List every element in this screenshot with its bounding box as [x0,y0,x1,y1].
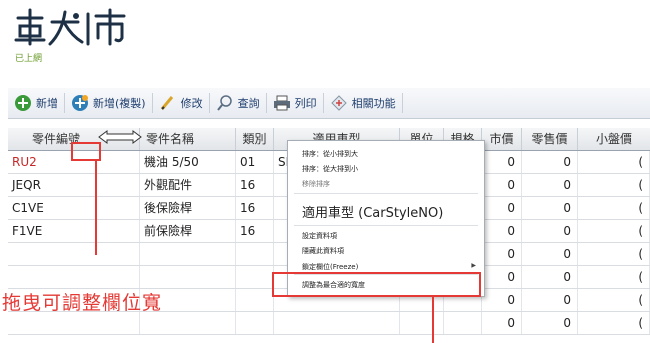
cell-part-name[interactable]: 前保險桿 [140,220,236,242]
cell-wholesale-price[interactable]: ( [578,266,650,288]
cell-retail-price[interactable]: 0 [522,197,578,219]
toolbar-divider [401,93,403,113]
cell-market-price[interactable]: 0 [482,266,522,288]
cell-retail-price[interactable]: 0 [522,266,578,288]
search-button[interactable]: 查詢 [210,91,266,115]
cell-market-price[interactable]: 0 [482,220,522,242]
cell-retail-price[interactable]: 0 [522,174,578,196]
add-copy-icon [72,95,88,111]
print-button-label: 列印 [294,97,317,110]
app-logo [12,6,132,46]
auto-fit-highlight [272,272,481,297]
cell-part-name[interactable] [140,312,236,334]
edit-button[interactable]: 修改 [153,91,209,115]
print-button[interactable]: 列印 [267,91,323,115]
cell-market-price[interactable]: 0 [482,243,522,265]
menu-item-sort-descending[interactable]: 排序：從大排到小 [302,164,358,174]
cell-part-name[interactable]: 機油 5/50 [140,151,236,173]
cell-wholesale-price[interactable]: ( [578,220,650,242]
cell-category[interactable] [236,243,274,265]
cell-wholesale-price[interactable]: ( [578,151,650,173]
annotation-pointer-line [95,160,97,255]
cell-retail-price[interactable]: 0 [522,312,578,334]
edit-button-label: 修改 [180,97,203,110]
related-functions-button-label: 相關功能 [351,97,396,110]
cell-category[interactable]: 16 [236,220,274,242]
related-functions-button[interactable]: 相關功能 [324,91,402,115]
search-button-label: 查詢 [237,97,260,110]
menu-column-title: 適用車型 (CarStyleNO) [302,206,444,221]
pencil-icon [160,96,173,110]
cell-wholesale-price[interactable]: ( [578,197,650,219]
cell-retail-price[interactable]: 0 [522,220,578,242]
cell-wholesale-price[interactable]: ( [578,289,650,311]
annotation-text: 拖曳可調整欄位寬 [2,292,163,314]
column-header-retail-price[interactable]: 零售價 [522,128,578,150]
add-button-label: 新增 [36,97,58,110]
cell-market-price[interactable]: 0 [482,151,522,173]
cell-part-number[interactable]: F1VE [8,220,140,242]
menu-item-hide-column[interactable]: 隱藏此資料項 [302,246,344,256]
column-header-part-name[interactable]: 零件名稱 [140,128,236,150]
cell-market-price[interactable]: 0 [482,197,522,219]
toolbar: 新增 新增(複製) 修改 查詢 列印 相關功能 [8,88,650,119]
column-header-market-price[interactable]: 市價 [482,128,522,150]
cell-part-name[interactable]: 外觀配件 [140,174,236,196]
cell-part-number[interactable] [8,312,140,334]
double-arrow-icon [98,130,142,144]
cell-retail-price[interactable]: 0 [522,289,578,311]
cell-part-number[interactable]: JEQR [8,174,140,196]
add-button[interactable]: 新增 [8,91,64,115]
cell-category[interactable] [236,266,274,288]
menu-item-freeze[interactable]: 鎖定欄位(Freeze) [302,262,358,272]
cell-part-name[interactable] [140,243,236,265]
cell-market-price[interactable]: 0 [482,289,522,311]
green-plus-icon [15,95,31,111]
menu-item-sort-ascending[interactable]: 排序：從小排到大 [302,149,358,159]
add-copy-button-label: 新增(複製) [93,97,146,110]
column-header-category[interactable]: 類別 [236,128,274,150]
column-header-wholesale-price[interactable]: 小盤價 [578,128,650,150]
cell-category[interactable] [236,289,274,311]
cell-market-price[interactable]: 0 [482,312,522,334]
cell-car-model[interactable] [274,312,400,334]
cell-unit[interactable] [400,312,444,334]
cell-wholesale-price[interactable]: ( [578,243,650,265]
cell-category[interactable]: 16 [236,174,274,196]
connection-status: 已上網 [15,54,43,64]
cell-market-price[interactable]: 0 [482,174,522,196]
menu-separator [294,225,478,226]
cell-part-number[interactable]: C1VE [8,197,140,219]
cell-category[interactable]: 16 [236,197,274,219]
printer-icon [273,95,290,111]
submenu-arrow-icon: ▶ [471,262,476,269]
add-copy-button[interactable]: 新增(複製) [65,91,152,115]
logo-calligraphy [14,8,126,46]
related-functions-icon [330,95,347,111]
column-resize-highlight [71,142,101,161]
cell-part-number[interactable] [8,266,140,288]
cell-wholesale-price[interactable]: ( [578,312,650,334]
cell-retail-price[interactable]: 0 [522,243,578,265]
cell-wholesale-price[interactable]: ( [578,174,650,196]
cell-part-name[interactable] [140,266,236,288]
menu-separator [294,193,478,194]
table-row[interactable]: 0 0( [8,312,650,335]
cell-spec[interactable] [444,312,482,334]
cell-category[interactable]: 01 [236,151,274,173]
menu-item-set-columns[interactable]: 設定資料項 [302,231,337,241]
cell-part-name[interactable]: 後保險桿 [140,197,236,219]
menu-pointer-line [432,296,434,343]
menu-item-remove-sort[interactable]: 移除排序 [302,179,330,189]
cell-category[interactable] [236,312,274,334]
cell-part-number[interactable] [8,243,140,265]
cell-retail-price[interactable]: 0 [522,151,578,173]
magnifier-icon [216,95,232,111]
